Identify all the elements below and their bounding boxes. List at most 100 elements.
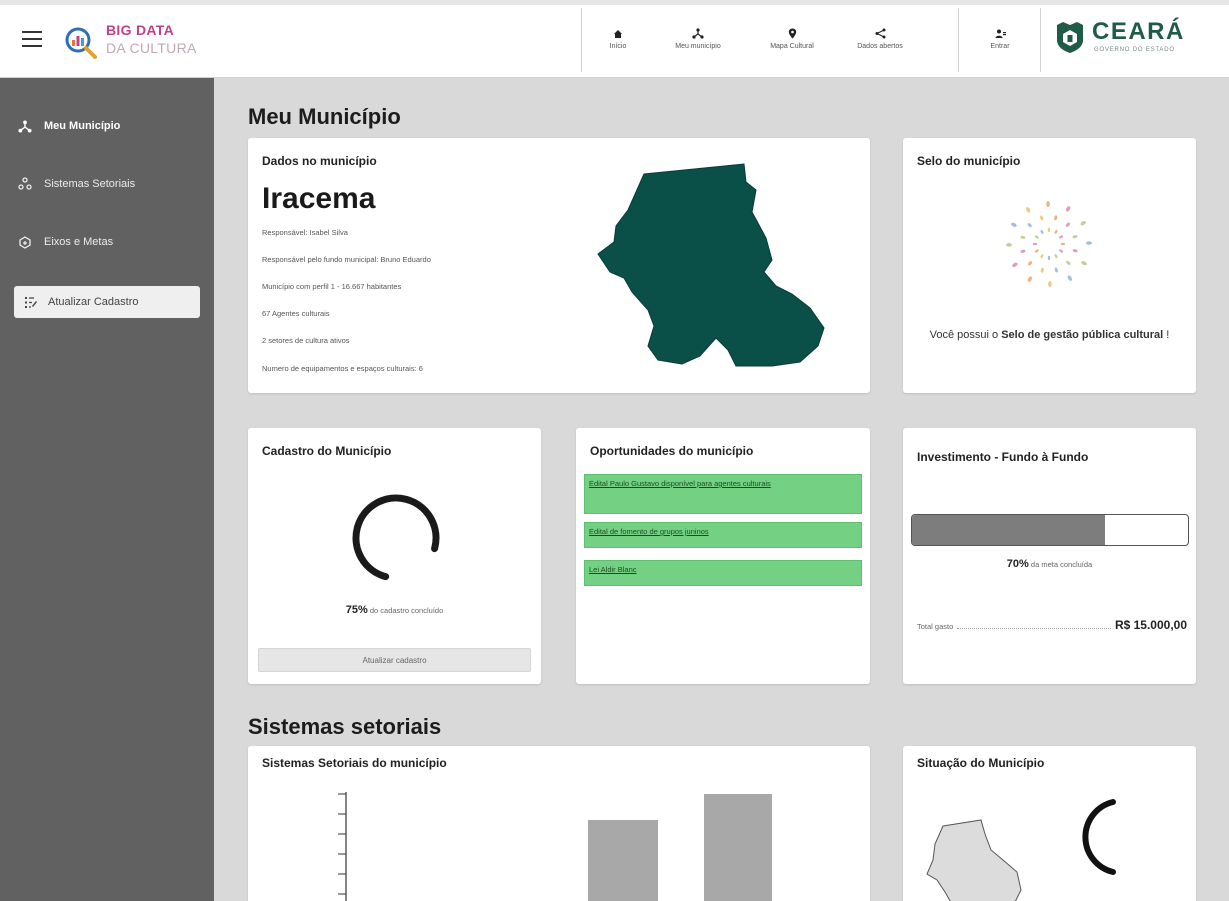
sidebar-item-label: Atualizar Cadastro — [48, 296, 139, 308]
people-icon — [18, 177, 32, 190]
sidebar: Meu Município Sistemas Setoriais Eixos e… — [0, 78, 214, 901]
nav-label: Início — [609, 42, 627, 50]
selo-dot — [1054, 267, 1058, 273]
sidebar-item-sistemas-setoriais[interactable]: Sistemas Setoriais — [14, 168, 200, 200]
cadastro-progress-ring — [352, 494, 440, 582]
cadastro-title: Cadastro do Município — [262, 444, 392, 458]
selo-dot — [1046, 201, 1050, 208]
cadastro-percent-label: do cadastro concluído — [367, 606, 444, 615]
selo-dot — [1059, 249, 1064, 253]
oportunidade-link[interactable]: Edital Paulo Gustavo disponível para age… — [584, 474, 862, 514]
map-pin-icon — [788, 28, 796, 39]
brand-subtitle: GOVERNO DO ESTADO — [1094, 47, 1175, 53]
selo-dot — [1027, 223, 1032, 228]
sidebar-item-label: Sistemas Setoriais — [44, 178, 136, 190]
target-icon — [19, 235, 31, 249]
nav-meu-municipio[interactable]: Meu município — [652, 0, 744, 78]
dados-card: Dados no município Iracema Responsável: … — [248, 138, 870, 393]
total-gasto-value: R$ 15.000,00 — [1114, 618, 1187, 632]
nav-dados-abertos[interactable]: Dados abertos — [840, 0, 920, 78]
selo-dot — [1048, 280, 1052, 287]
selo-title: Selo do município — [917, 154, 1021, 168]
selo-dot — [1020, 235, 1026, 239]
atualizar-cadastro-button[interactable]: Atualizar cadastro — [258, 648, 531, 672]
selo-dot — [1059, 235, 1064, 239]
oportunidade-link[interactable]: Edital de fomento de grupos juninos — [584, 522, 862, 548]
top-bar: BIG DATA DA CULTURA Início Meu município… — [0, 0, 1229, 78]
total-gasto-row: Total gasto R$ 15.000,00 — [917, 618, 1187, 632]
selo-dot — [1028, 261, 1033, 266]
nav-inicio[interactable]: Início — [584, 0, 652, 78]
menu-icon[interactable] — [22, 31, 42, 47]
selo-dot — [1072, 249, 1078, 253]
nav-label: Dados abertos — [857, 43, 903, 50]
selo-dot — [1027, 276, 1032, 282]
app-logo[interactable]: BIG DATA DA CULTURA — [64, 22, 204, 62]
selo-dot — [1066, 206, 1071, 212]
selo-text: Você possui o Selo de gestão pública cul… — [923, 328, 1176, 344]
edit-list-icon — [25, 296, 37, 308]
sidebar-item-meu-municipio[interactable]: Meu Município — [14, 110, 200, 142]
nav-divider — [1040, 8, 1041, 72]
nav-divider — [581, 8, 582, 72]
sidebar-item-atualizar-cadastro[interactable]: Atualizar Cadastro — [14, 286, 200, 318]
investimento-progress-bar — [911, 514, 1189, 546]
user-icon — [995, 29, 1006, 38]
selo-dot — [1012, 262, 1018, 268]
dados-title: Dados no município — [262, 154, 377, 168]
selo-dot — [1066, 260, 1071, 265]
logo-line1: BIG DATA — [106, 22, 174, 38]
sistemas-chart-card: Sistemas Setoriais do município — [248, 746, 870, 901]
selo-dot — [1034, 235, 1039, 239]
info-agentes: 67 Agentes culturais — [262, 309, 330, 318]
oportunidade-link[interactable]: Lei Aldir Blanc — [584, 560, 862, 586]
selo-dot — [1054, 254, 1058, 259]
selo-text-before: Você possui o — [929, 329, 1002, 341]
municipio-name: Iracema — [262, 182, 376, 215]
selo-dot — [1032, 242, 1038, 246]
selo-dot — [1040, 215, 1044, 221]
home-icon — [614, 29, 622, 38]
selo-dot — [1054, 215, 1058, 221]
ceara-shield-icon — [1057, 22, 1083, 53]
investimento-percent-label: da meta concluída — [1028, 560, 1093, 569]
cadastro-card: Cadastro do Município 75% do cadastro co… — [248, 428, 541, 684]
investimento-percent: 70% — [1006, 558, 1029, 570]
sidebar-item-eixos-metas[interactable]: Eixos e Metas — [14, 226, 200, 258]
investimento-card: Investimento - Fundo à Fundo 70% da meta… — [903, 428, 1196, 684]
selo-dot — [1006, 243, 1013, 247]
dotted-leader — [957, 628, 1111, 629]
logo-line2: DA CULTURA — [106, 40, 197, 56]
nav-mapa-cultural[interactable]: Mapa Cultural — [744, 0, 840, 78]
section-title-sistemas: Sistemas setoriais — [248, 714, 442, 739]
sidebar-item-label: Eixos e Metas — [44, 236, 114, 248]
login-label: Entrar — [990, 42, 1010, 50]
oportunidades-title: Oportunidades do município — [590, 444, 754, 458]
selo-dot — [1081, 261, 1087, 266]
total-gasto-label: Total gasto — [917, 622, 954, 631]
chart-bar — [588, 820, 658, 901]
selo-dot — [1065, 222, 1070, 227]
logo-chart-icon — [65, 27, 97, 59]
info-perfil: Município com perfil 1 - 16.667 habitant… — [262, 282, 402, 291]
cadastro-percent-line: 75% do cadastro concluído — [248, 600, 541, 618]
municipio-map — [597, 163, 825, 367]
share-icon — [875, 28, 885, 39]
network-icon — [692, 28, 704, 39]
selo-dot — [1054, 229, 1058, 234]
selo-dot — [1040, 229, 1044, 234]
selo-dot — [1047, 255, 1051, 261]
selo-dot — [1080, 220, 1086, 226]
investimento-percent-line: 70% da meta concluída — [903, 554, 1196, 572]
selo-dot — [1067, 275, 1073, 281]
login-button[interactable]: Entrar — [964, 0, 1036, 78]
selo-dot — [1085, 241, 1092, 245]
nav-label: Mapa Cultural — [770, 43, 814, 50]
selo-emblem-icon — [1006, 201, 1092, 287]
selo-dot — [1040, 267, 1044, 273]
selo-text-bold: Selo de gestão pública cultural — [1001, 329, 1164, 341]
oportunidades-card: Oportunidades do município Edital Paulo … — [576, 428, 870, 684]
chart-bar — [704, 794, 772, 901]
network-icon — [18, 120, 32, 132]
selo-dot — [1072, 235, 1078, 239]
